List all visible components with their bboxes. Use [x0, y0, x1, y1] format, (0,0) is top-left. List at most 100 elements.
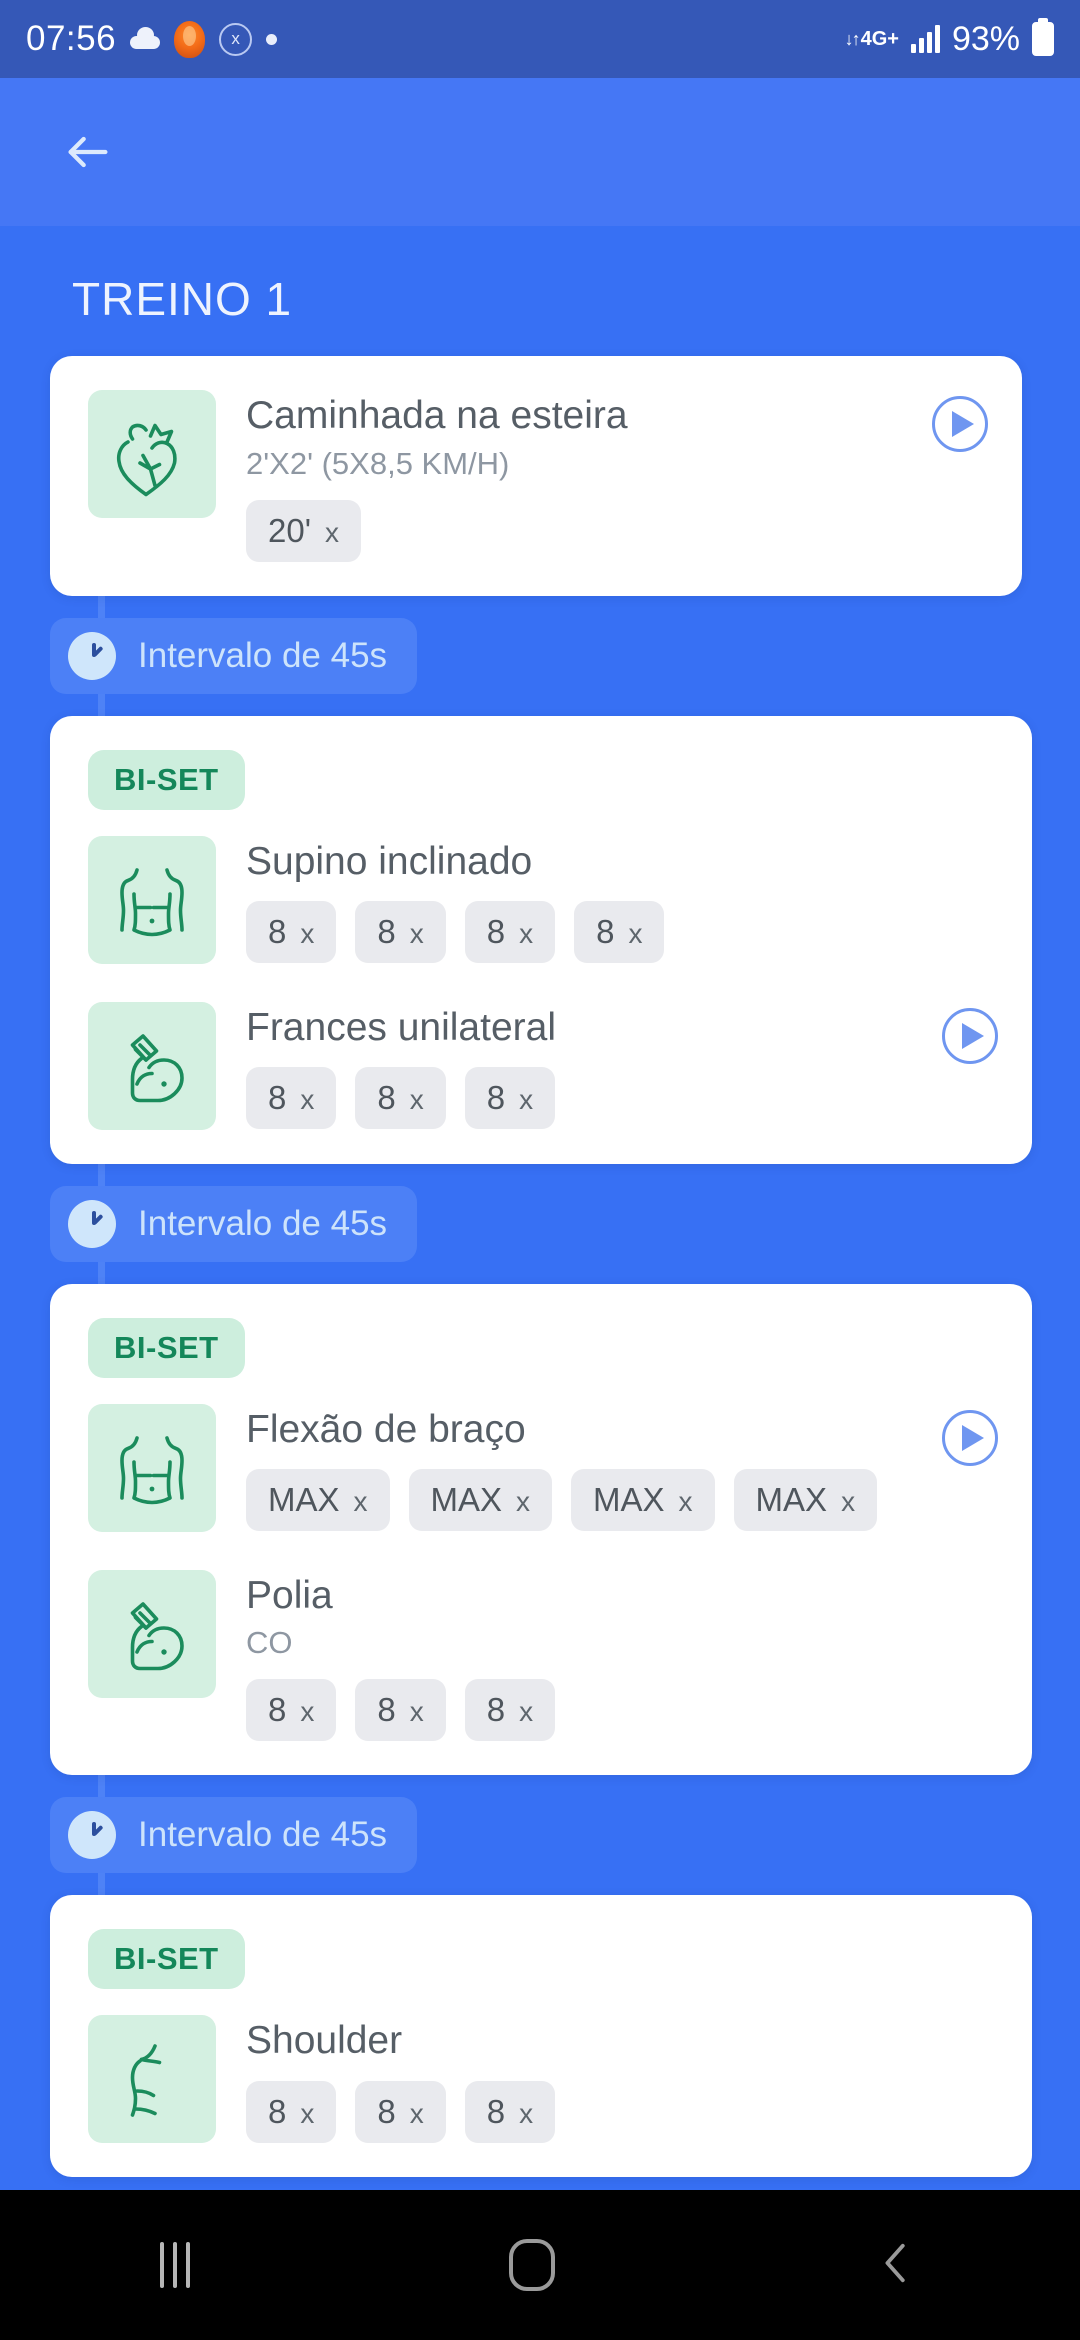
- dot-icon: [266, 33, 278, 45]
- set-reps: 8: [268, 1691, 287, 1729]
- exercise-info: Polia CO 8 x 8 x 8 x: [246, 1570, 998, 1742]
- set-chip[interactable]: 8 x: [355, 1679, 446, 1742]
- set-reps: 8: [377, 1691, 396, 1729]
- play-button[interactable]: [942, 1007, 998, 1064]
- biceps-icon: [130, 1033, 184, 1102]
- exercise-thumbnail: [88, 1403, 216, 1532]
- exercise-row[interactable]: Polia CO 8 x 8 x 8 x: [88, 1569, 998, 1742]
- interval-chip[interactable]: Intervalo de 45s: [50, 617, 418, 694]
- exercise-thumbnail: [88, 2015, 216, 2144]
- clock-icon: [68, 631, 116, 680]
- set-chip[interactable]: 8 x: [246, 1679, 337, 1742]
- back-button[interactable]: [50, 114, 126, 190]
- set-reps: MAX: [430, 1481, 503, 1519]
- set-unit: x: [519, 1696, 534, 1728]
- set-unit: x: [353, 1486, 368, 1518]
- exercise-thumbnail: [88, 390, 216, 518]
- set-unit: x: [841, 1486, 856, 1518]
- set-unit: x: [519, 2098, 534, 2130]
- status-bar-left: 07:56 x: [26, 19, 278, 59]
- set-chip[interactable]: 8 x: [464, 901, 556, 964]
- set-chip[interactable]: 20' x: [246, 499, 362, 562]
- exercise-thumbnail: [88, 1001, 216, 1130]
- arrow-left-icon: [68, 136, 108, 168]
- interval-label: Intervalo de 45s: [138, 1203, 388, 1243]
- exercise-name: Polia: [246, 1573, 333, 1617]
- set-chip[interactable]: 8 x: [246, 2081, 337, 2144]
- set-chip[interactable]: 8 x: [246, 901, 337, 964]
- exercise-card[interactable]: BI-SET Shoulder 8 x 8 x 8 x: [50, 1895, 1032, 2178]
- set-unit: x: [519, 918, 534, 950]
- android-navbar: [0, 2190, 1080, 2340]
- set-unit: x: [300, 918, 315, 950]
- set-chip[interactable]: 8 x: [464, 1679, 556, 1742]
- exercise-name: Supino inclinado: [246, 839, 533, 883]
- set-chip[interactable]: 8 x: [464, 1067, 556, 1130]
- battery-icon: [1032, 22, 1054, 56]
- recents-icon[interactable]: [159, 2242, 190, 2288]
- biset-badge: BI-SET: [88, 749, 245, 810]
- set-unit: x: [678, 1486, 693, 1518]
- set-chip[interactable]: 8 x: [464, 2081, 556, 2144]
- set-chip[interactable]: MAX x: [571, 1469, 715, 1532]
- play-icon: [961, 1424, 984, 1451]
- exercise-info: Supino inclinado 8 x 8 x 8 x 8 x: [246, 836, 998, 964]
- exercise-card[interactable]: BI-SET Flexão de braço MAX x MAX x MAX x…: [50, 1283, 1032, 1776]
- exercise-thumbnail: [88, 1569, 216, 1698]
- shoulder-icon: [130, 2044, 162, 2118]
- set-unit: x: [325, 516, 340, 548]
- set-reps: 20': [268, 511, 312, 549]
- set-chip[interactable]: MAX x: [246, 1469, 390, 1532]
- workout-scroll-area[interactable]: TREINO 1 Caminhada na esteira 2'X2' (5X8…: [0, 226, 1080, 2190]
- set-reps: 8: [486, 913, 506, 951]
- interval-chip[interactable]: Intervalo de 45s: [50, 1185, 418, 1262]
- biceps-icon: [130, 1601, 184, 1670]
- set-unit: x: [516, 1486, 531, 1518]
- signal-bars-icon: [910, 25, 940, 53]
- home-icon[interactable]: [508, 2239, 555, 2291]
- data-transfer-icon: ↓↑ 4G+: [844, 28, 899, 50]
- set-chip[interactable]: MAX x: [408, 1469, 553, 1532]
- set-chip[interactable]: 8 x: [355, 1067, 446, 1130]
- orange-app-icon: [174, 20, 206, 58]
- set-unit: x: [409, 2098, 424, 2130]
- workout-timeline: Caminhada na esteira 2'X2' (5X8,5 KM/H) …: [0, 356, 1080, 2178]
- set-chip[interactable]: 8 x: [246, 1067, 337, 1130]
- exercise-thumbnail: [88, 835, 216, 964]
- set-reps: MAX: [755, 1481, 828, 1519]
- interval-label: Intervalo de 45s: [138, 635, 388, 675]
- exercise-subtitle: 2'X2' (5X8,5 KM/H): [246, 445, 510, 481]
- exercise-row[interactable]: Supino inclinado 8 x 8 x 8 x 8 x: [88, 835, 998, 964]
- exercise-info: Shoulder 8 x 8 x 8 x: [246, 2015, 998, 2144]
- exercise-row[interactable]: Caminhada na esteira 2'X2' (5X8,5 KM/H) …: [88, 390, 988, 562]
- set-reps: 8: [486, 1079, 506, 1117]
- set-list: 8 x 8 x 8 x: [246, 1067, 998, 1130]
- battery-percent: 93%: [951, 19, 1020, 58]
- exercise-row[interactable]: Flexão de braço MAX x MAX x MAX x MAX x: [88, 1403, 998, 1532]
- interval-chip[interactable]: Intervalo de 45s: [50, 1797, 418, 1874]
- status-bar-right: ↓↑ 4G+ 93%: [845, 20, 1054, 59]
- set-unit: x: [628, 918, 643, 950]
- play-button[interactable]: [942, 1409, 998, 1466]
- set-reps: 8: [486, 2093, 506, 2131]
- set-chip[interactable]: MAX x: [733, 1469, 878, 1532]
- exercise-row[interactable]: Shoulder 8 x 8 x 8 x: [88, 2015, 998, 2144]
- heart-icon: [116, 423, 177, 497]
- clock-time: 07:56: [26, 19, 117, 58]
- back-icon[interactable]: [874, 2237, 920, 2294]
- biset-badge: BI-SET: [88, 1317, 245, 1378]
- set-reps: 8: [268, 913, 287, 951]
- exercise-card[interactable]: BI-SET Supino inclinado 8 x 8 x 8 x 8 x …: [50, 715, 1032, 1164]
- set-reps: 8: [377, 913, 396, 951]
- set-chip[interactable]: 8 x: [355, 2081, 446, 2144]
- page-title: TREINO 1: [72, 273, 293, 325]
- exercise-card[interactable]: Caminhada na esteira 2'X2' (5X8,5 KM/H) …: [50, 356, 1022, 596]
- exercise-info: Caminhada na esteira 2'X2' (5X8,5 KM/H) …: [246, 390, 988, 562]
- exercise-name: Frances unilateral: [246, 1005, 556, 1049]
- set-list: 8 x 8 x 8 x: [246, 2081, 998, 2144]
- exercise-row[interactable]: Frances unilateral 8 x 8 x 8 x: [88, 1001, 998, 1130]
- set-unit: x: [409, 1696, 424, 1728]
- chest-icon: [120, 1435, 184, 1504]
- set-chip[interactable]: 8 x: [355, 901, 446, 964]
- set-chip[interactable]: 8 x: [574, 901, 665, 964]
